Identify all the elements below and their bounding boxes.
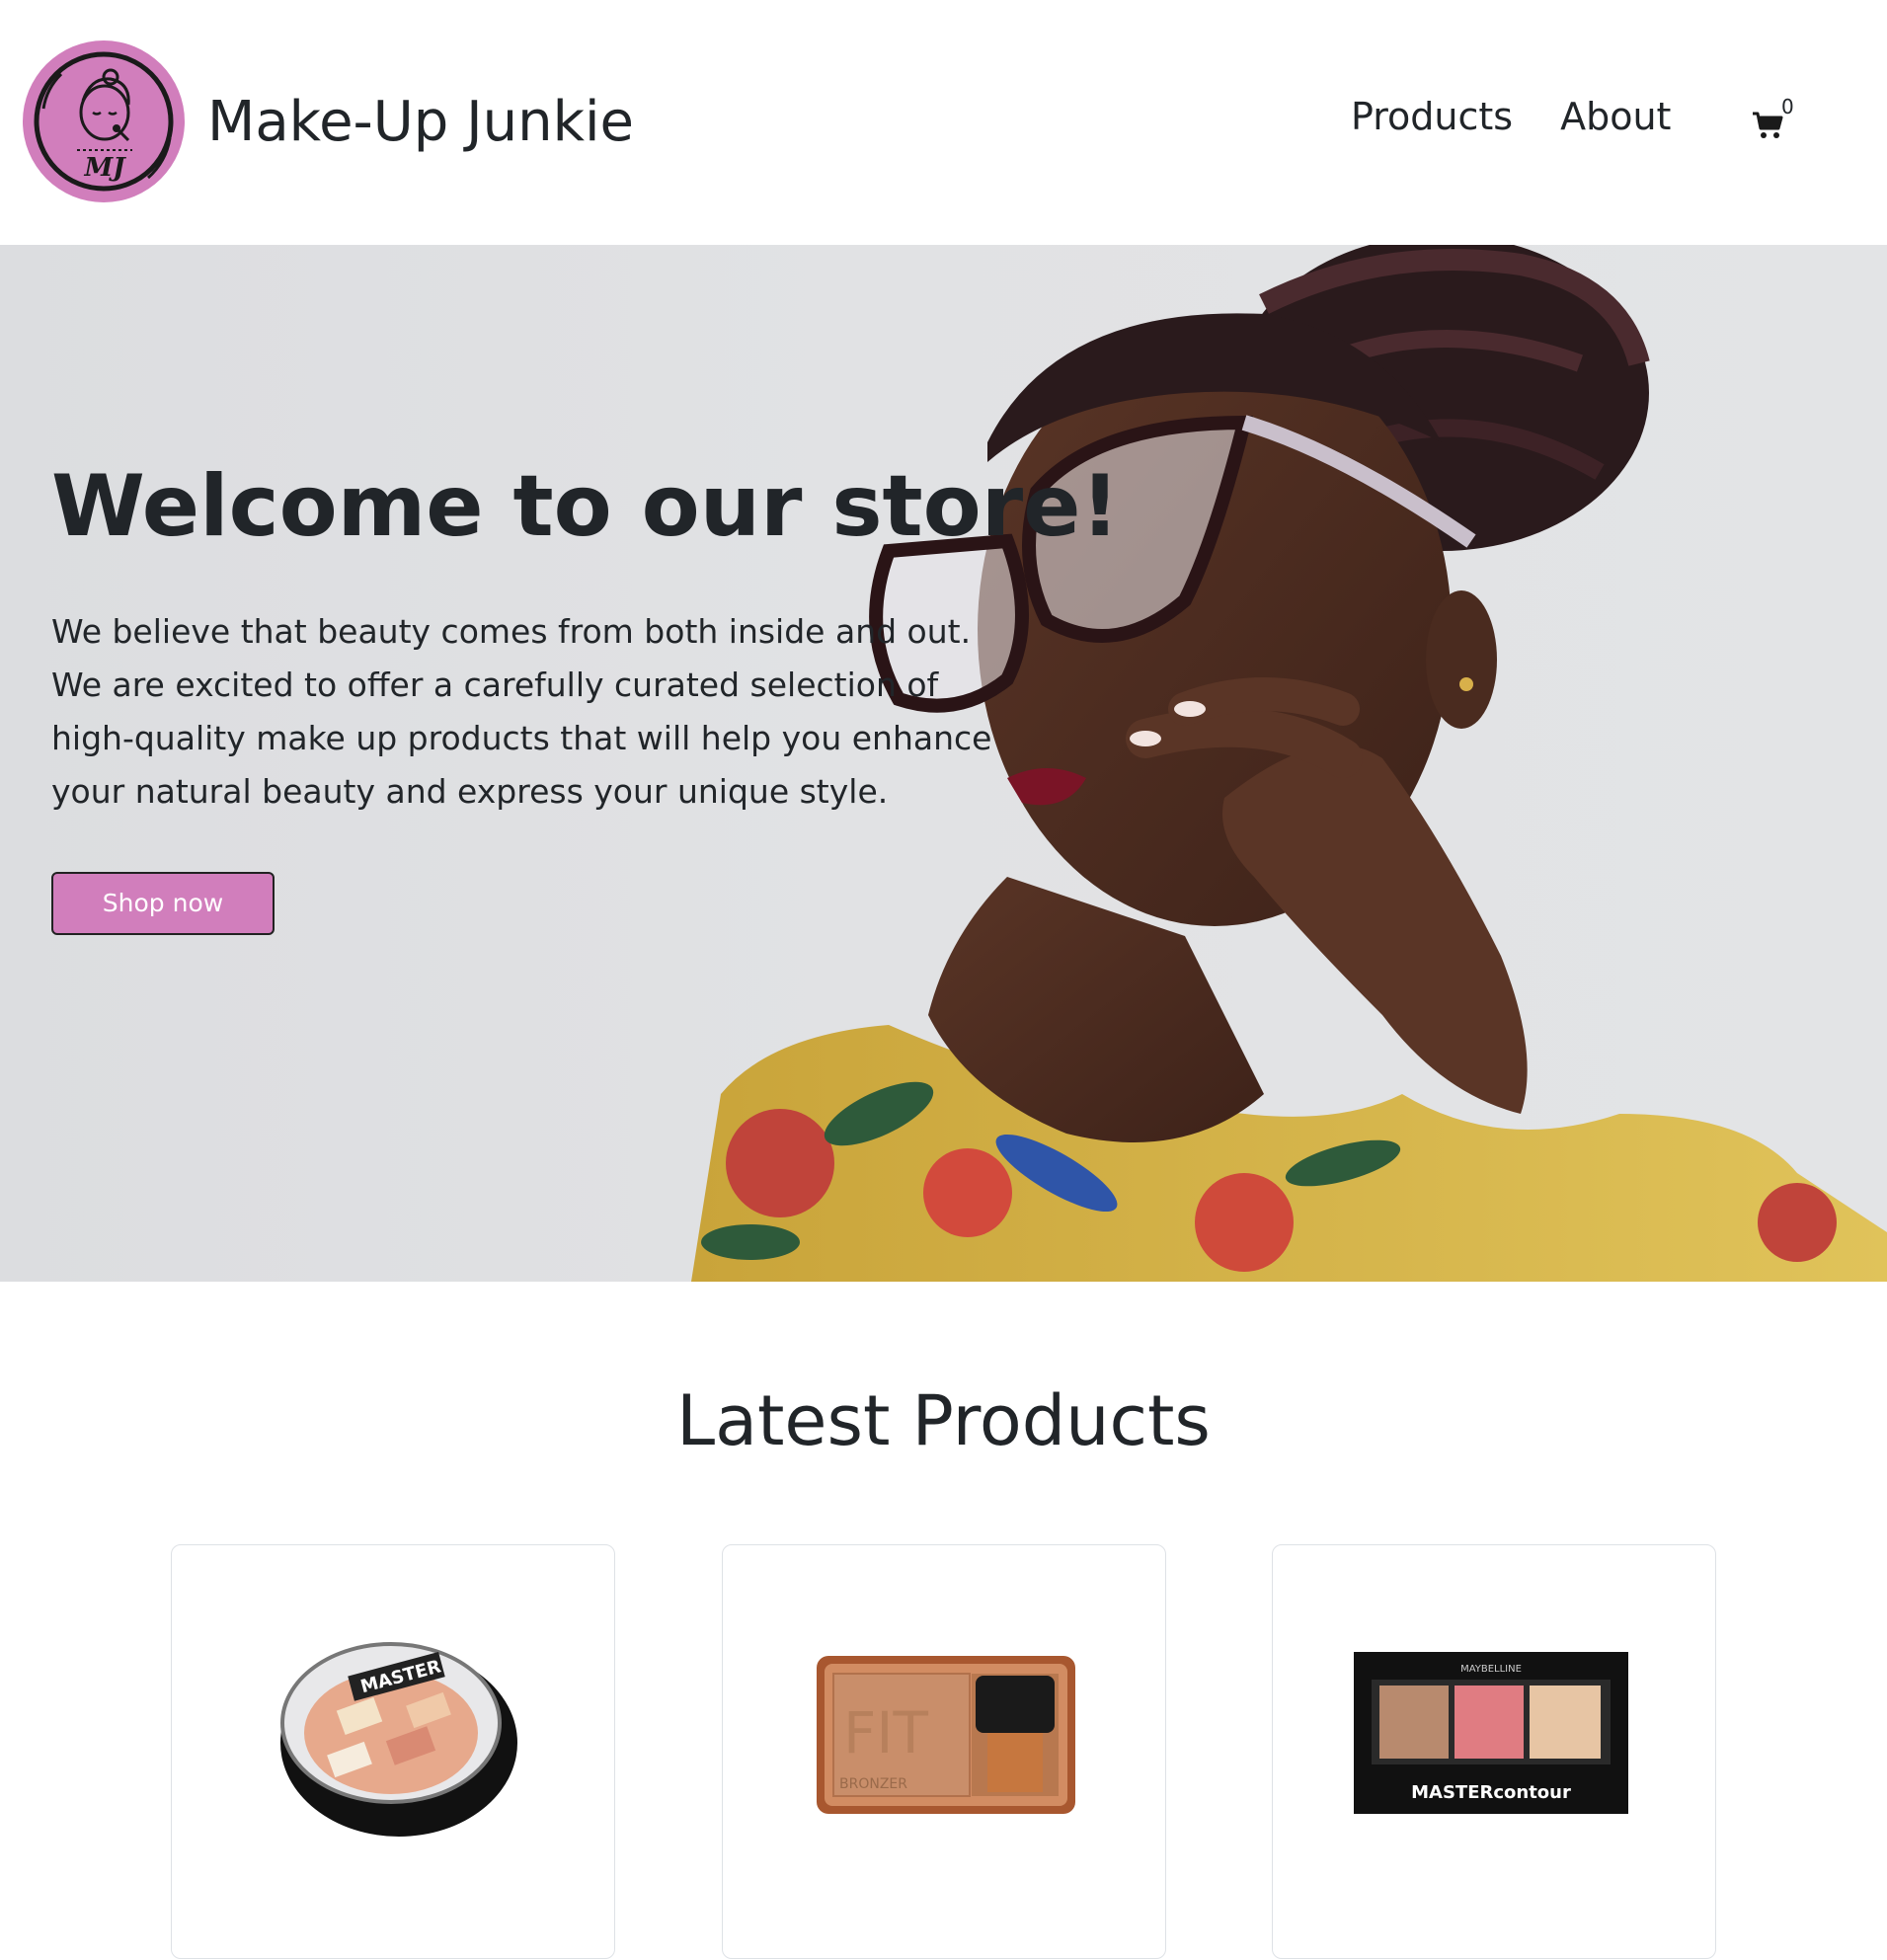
cart-button[interactable]: 0	[1752, 95, 1797, 148]
product-card-2[interactable]: FIT BRONZER	[722, 1544, 1166, 1959]
shop-now-button[interactable]: Shop now	[51, 872, 275, 936]
brand-logo-icon: MJ	[23, 40, 185, 202]
shopping-cart-icon	[1753, 112, 1783, 138]
main-nav: Products About	[1351, 95, 1718, 138]
hero-banner: Welcome to our store! We believe that be…	[0, 245, 1887, 1282]
contour-palette-image: MAYBELLINE MASTERcontour	[1354, 1652, 1628, 1814]
hero-description: We believe that beauty comes from both i…	[51, 612, 992, 812]
product-card-3[interactable]: MAYBELLINE MASTERcontour	[1272, 1544, 1716, 1959]
svg-text:MAYBELLINE: MAYBELLINE	[1460, 1664, 1522, 1675]
hero-content: Welcome to our store! We believe that be…	[51, 456, 1120, 936]
svg-text:BRONZER: BRONZER	[839, 1776, 907, 1792]
hero-title: Welcome to our store!	[51, 457, 1120, 556]
nav-about-link[interactable]: About	[1560, 95, 1671, 138]
svg-text:MASTERcontour: MASTERcontour	[1411, 1782, 1571, 1803]
logo-initials: MJ	[83, 153, 126, 183]
site-header: MJ Make-Up Junkie Products About 0	[0, 0, 1887, 245]
bronzer-image: FIT BRONZER	[817, 1656, 1075, 1814]
highlighter-compact-image: MASTER	[280, 1642, 517, 1837]
brand-name: Make-Up Junkie	[207, 89, 635, 154]
nav-products-link[interactable]: Products	[1351, 95, 1513, 138]
product-card-1[interactable]: MASTER	[171, 1544, 615, 1959]
latest-products-title: Latest Products	[676, 1380, 1211, 1461]
brand-link[interactable]: MJ Make-Up Junkie	[22, 39, 634, 203]
svg-text:FIT: FIT	[843, 1699, 928, 1766]
